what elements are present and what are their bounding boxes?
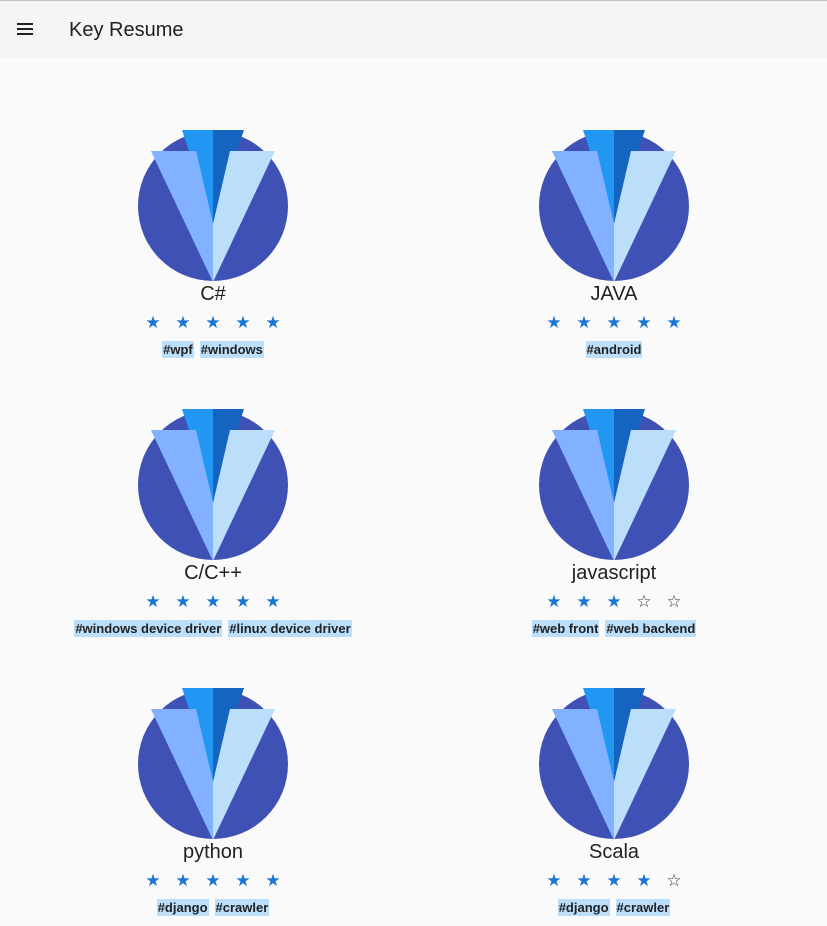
skill-name: Scala	[588, 841, 640, 863]
vue-logo-icon	[538, 130, 690, 282]
vue-logo-icon	[538, 409, 690, 561]
skill-card: python ★ ★ ★ ★ ★ #django #crawler	[0, 616, 401, 916]
star-rating[interactable]: ★ ★ ★ ★ ☆	[401, 871, 827, 891]
star-filled-icon[interactable]: ★	[168, 592, 198, 612]
skill-name: C#	[200, 283, 226, 305]
tag-chip[interactable]: #django	[156, 899, 209, 916]
star-filled-icon[interactable]: ★	[258, 592, 288, 612]
menu-icon[interactable]	[14, 21, 36, 39]
tag-chip[interactable]: #crawler	[615, 899, 671, 916]
vue-logo-icon	[538, 688, 690, 840]
star-rating[interactable]: ★ ★ ★ ★ ★	[0, 871, 426, 891]
app-toolbar: Key Resume	[0, 0, 827, 58]
star-filled-icon[interactable]: ★	[569, 313, 599, 333]
star-filled-icon[interactable]: ★	[258, 871, 288, 891]
skill-name: javascript	[571, 562, 657, 584]
tag-chip[interactable]: #crawler	[214, 899, 270, 916]
star-filled-icon[interactable]: ★	[168, 313, 198, 333]
star-rating[interactable]: ★ ★ ★ ★ ★	[0, 313, 426, 333]
star-rating[interactable]: ★ ★ ★ ★ ★	[401, 313, 827, 333]
app-title: Key Resume	[69, 19, 184, 41]
star-filled-icon[interactable]: ★	[168, 871, 198, 891]
skill-name: JAVA	[590, 283, 638, 305]
vue-logo-icon	[137, 688, 289, 840]
skill-card: javascript ★ ★ ★ ☆ ☆ #web front #web backend	[401, 337, 802, 637]
skill-card: C# ★ ★ ★ ★ ★ #wpf #windows	[0, 58, 401, 358]
star-filled-icon[interactable]: ★	[138, 592, 168, 612]
star-filled-icon[interactable]: ★	[198, 871, 228, 891]
star-filled-icon[interactable]: ★	[629, 871, 659, 891]
skill-card: C/C++ ★ ★ ★ ★ ★ #windows device driver #linux d…	[0, 337, 401, 637]
star-rating[interactable]: ★ ★ ★ ☆ ☆	[401, 592, 827, 612]
star-filled-icon[interactable]: ★	[228, 871, 258, 891]
star-empty-icon[interactable]: ☆	[659, 592, 689, 612]
star-filled-icon[interactable]: ★	[539, 871, 569, 891]
star-filled-icon[interactable]: ★	[198, 313, 228, 333]
star-filled-icon[interactable]: ★	[138, 313, 168, 333]
star-empty-icon[interactable]: ☆	[629, 592, 659, 612]
star-filled-icon[interactable]: ★	[539, 592, 569, 612]
vue-logo-icon	[137, 409, 289, 561]
star-rating[interactable]: ★ ★ ★ ★ ★	[0, 592, 426, 612]
star-filled-icon[interactable]: ★	[569, 592, 599, 612]
skill-name: C/C++	[184, 562, 242, 584]
star-filled-icon[interactable]: ★	[629, 313, 659, 333]
star-filled-icon[interactable]: ★	[659, 313, 689, 333]
skill-card: Scala ★ ★ ★ ★ ☆ #django #crawler	[401, 616, 802, 916]
star-filled-icon[interactable]: ★	[599, 592, 629, 612]
vue-logo-icon	[137, 130, 289, 282]
tag-chip[interactable]: #django	[557, 899, 610, 916]
star-filled-icon[interactable]: ★	[138, 871, 168, 891]
skill-card: JAVA ★ ★ ★ ★ ★ #android	[401, 58, 802, 358]
skill-name: python	[182, 841, 244, 863]
star-filled-icon[interactable]: ★	[539, 313, 569, 333]
tag-list: #django #crawler	[401, 899, 827, 917]
star-filled-icon[interactable]: ★	[569, 871, 599, 891]
tag-list: #django #crawler	[0, 899, 426, 917]
star-filled-icon[interactable]: ★	[599, 313, 629, 333]
star-filled-icon[interactable]: ★	[599, 871, 629, 891]
star-filled-icon[interactable]: ★	[198, 592, 228, 612]
star-filled-icon[interactable]: ★	[258, 313, 288, 333]
star-empty-icon[interactable]: ☆	[659, 871, 689, 891]
star-filled-icon[interactable]: ★	[228, 313, 258, 333]
star-filled-icon[interactable]: ★	[228, 592, 258, 612]
